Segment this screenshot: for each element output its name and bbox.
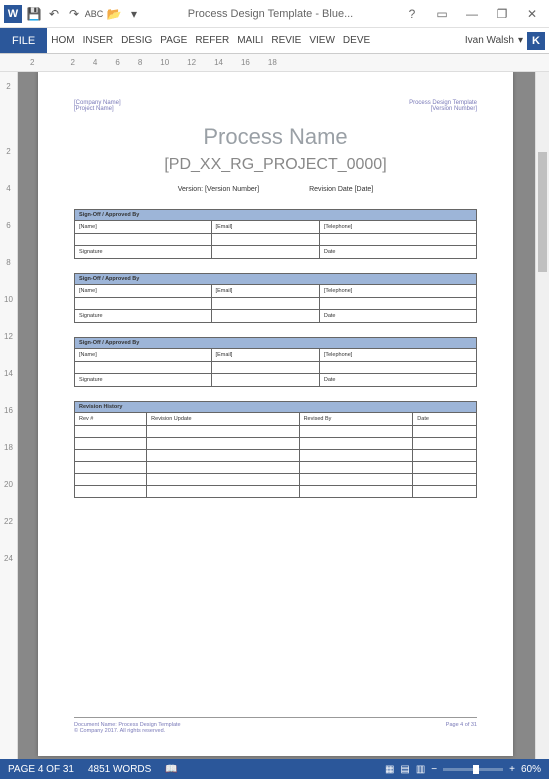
ribbon: FILE HOM INSER DESIG PAGE REFER MAILI RE… <box>0 28 549 54</box>
page-header: [Company Name] [Project Name] Process De… <box>74 100 477 112</box>
doc-meta: Version: [Version Number] Revision Date … <box>74 186 477 193</box>
ribbon-display-icon[interactable]: ▭ <box>429 4 455 24</box>
meta-revision: Revision Date [Date] <box>309 186 373 193</box>
revision-history-table: Revision History Rev #Revision UpdateRev… <box>74 401 477 498</box>
status-bar: PAGE 4 OF 31 4851 WORDS 📖 ▦ ▤ ▥ − + 60% <box>0 759 549 779</box>
tab-insert[interactable]: INSER <box>79 28 118 53</box>
spellcheck-icon[interactable]: ABC <box>86 6 102 22</box>
ruler-vertical[interactable]: 2 2 4 6 8 10 12 14 16 18 20 22 24 <box>0 72 18 759</box>
document-area[interactable]: [Company Name] [Project Name] Process De… <box>18 72 535 759</box>
status-words[interactable]: 4851 WORDS <box>88 764 151 775</box>
zoom-slider[interactable] <box>443 768 503 771</box>
chevron-down-icon: ▾ <box>518 35 523 46</box>
minimize-icon[interactable]: — <box>459 4 485 24</box>
file-tab[interactable]: FILE <box>0 28 47 53</box>
tab-developer[interactable]: DEVE <box>339 28 374 53</box>
quick-access-toolbar: 💾 ↶ ↷ ABC 📂 ▾ <box>26 6 142 22</box>
status-page[interactable]: PAGE 4 OF 31 <box>8 764 74 775</box>
doc-subtitle: [PD_XX_RG_PROJECT_0000] <box>74 156 477 174</box>
help-icon[interactable]: ? <box>399 4 425 24</box>
footer-page: Page 4 of 31 <box>446 722 477 734</box>
read-mode-icon[interactable]: ▦ <box>385 764 394 775</box>
user-account[interactable]: Ivan Walsh ▾ K <box>465 28 549 53</box>
proofing-icon[interactable]: 📖 <box>165 764 177 775</box>
tab-references[interactable]: REFER <box>191 28 233 53</box>
tab-view[interactable]: VIEW <box>305 28 339 53</box>
undo-icon[interactable]: ↶ <box>46 6 62 22</box>
ruler-horizontal[interactable]: 2 2 4 6 8 10 12 14 16 18 <box>0 54 549 72</box>
doc-title: Process Name <box>74 124 477 150</box>
web-layout-icon[interactable]: ▥ <box>416 764 425 775</box>
window-controls: ? ▭ — ❐ ✕ <box>399 4 545 24</box>
zoom-level[interactable]: 60% <box>521 764 541 775</box>
ribbon-tabs: HOM INSER DESIG PAGE REFER MAILI REVIE V… <box>47 28 374 53</box>
zoom-out-icon[interactable]: − <box>431 764 437 775</box>
tab-page-layout[interactable]: PAGE <box>156 28 191 53</box>
tab-review[interactable]: REVIE <box>267 28 305 53</box>
redo-icon[interactable]: ↷ <box>66 6 82 22</box>
user-name: Ivan Walsh <box>465 35 514 46</box>
page[interactable]: [Company Name] [Project Name] Process De… <box>38 72 513 756</box>
tab-mailings[interactable]: MAILI <box>233 28 267 53</box>
title-bar: W 💾 ↶ ↷ ABC 📂 ▾ Process Design Template … <box>0 0 549 28</box>
print-layout-icon[interactable]: ▤ <box>400 764 409 775</box>
zoom-in-icon[interactable]: + <box>509 764 515 775</box>
window-title: Process Design Template - Blue... <box>142 8 399 20</box>
open-icon[interactable]: 📂 <box>106 6 122 22</box>
tab-design[interactable]: DESIG <box>117 28 156 53</box>
tab-home[interactable]: HOM <box>47 28 78 53</box>
signoff-table-2: Sign-Off / Approved By [Name][Email][Tel… <box>74 273 477 323</box>
signoff-header: Sign-Off / Approved By <box>75 210 477 221</box>
close-icon[interactable]: ✕ <box>519 4 545 24</box>
avatar: K <box>527 32 545 50</box>
signoff-table-1: Sign-Off / Approved By [Name][Email][Tel… <box>74 209 477 259</box>
restore-icon[interactable]: ❐ <box>489 4 515 24</box>
save-icon[interactable]: 💾 <box>26 6 42 22</box>
scrollbar-vertical[interactable] <box>535 72 549 759</box>
scrollbar-thumb[interactable] <box>538 152 547 272</box>
footer-copyright: © Company 2017. All rights reserved. <box>74 728 181 734</box>
page-footer: Document Name: Process Design Template ©… <box>74 717 477 734</box>
header-project: [Project Name] <box>74 106 121 112</box>
word-icon: W <box>4 5 22 23</box>
view-controls: ▦ ▤ ▥ − + 60% <box>385 764 541 775</box>
meta-version: Version: [Version Number] <box>178 186 259 193</box>
signoff-table-3: Sign-Off / Approved By [Name][Email][Tel… <box>74 337 477 387</box>
header-version: [Version Number] <box>409 106 477 112</box>
qat-dropdown-icon[interactable]: ▾ <box>126 6 142 22</box>
